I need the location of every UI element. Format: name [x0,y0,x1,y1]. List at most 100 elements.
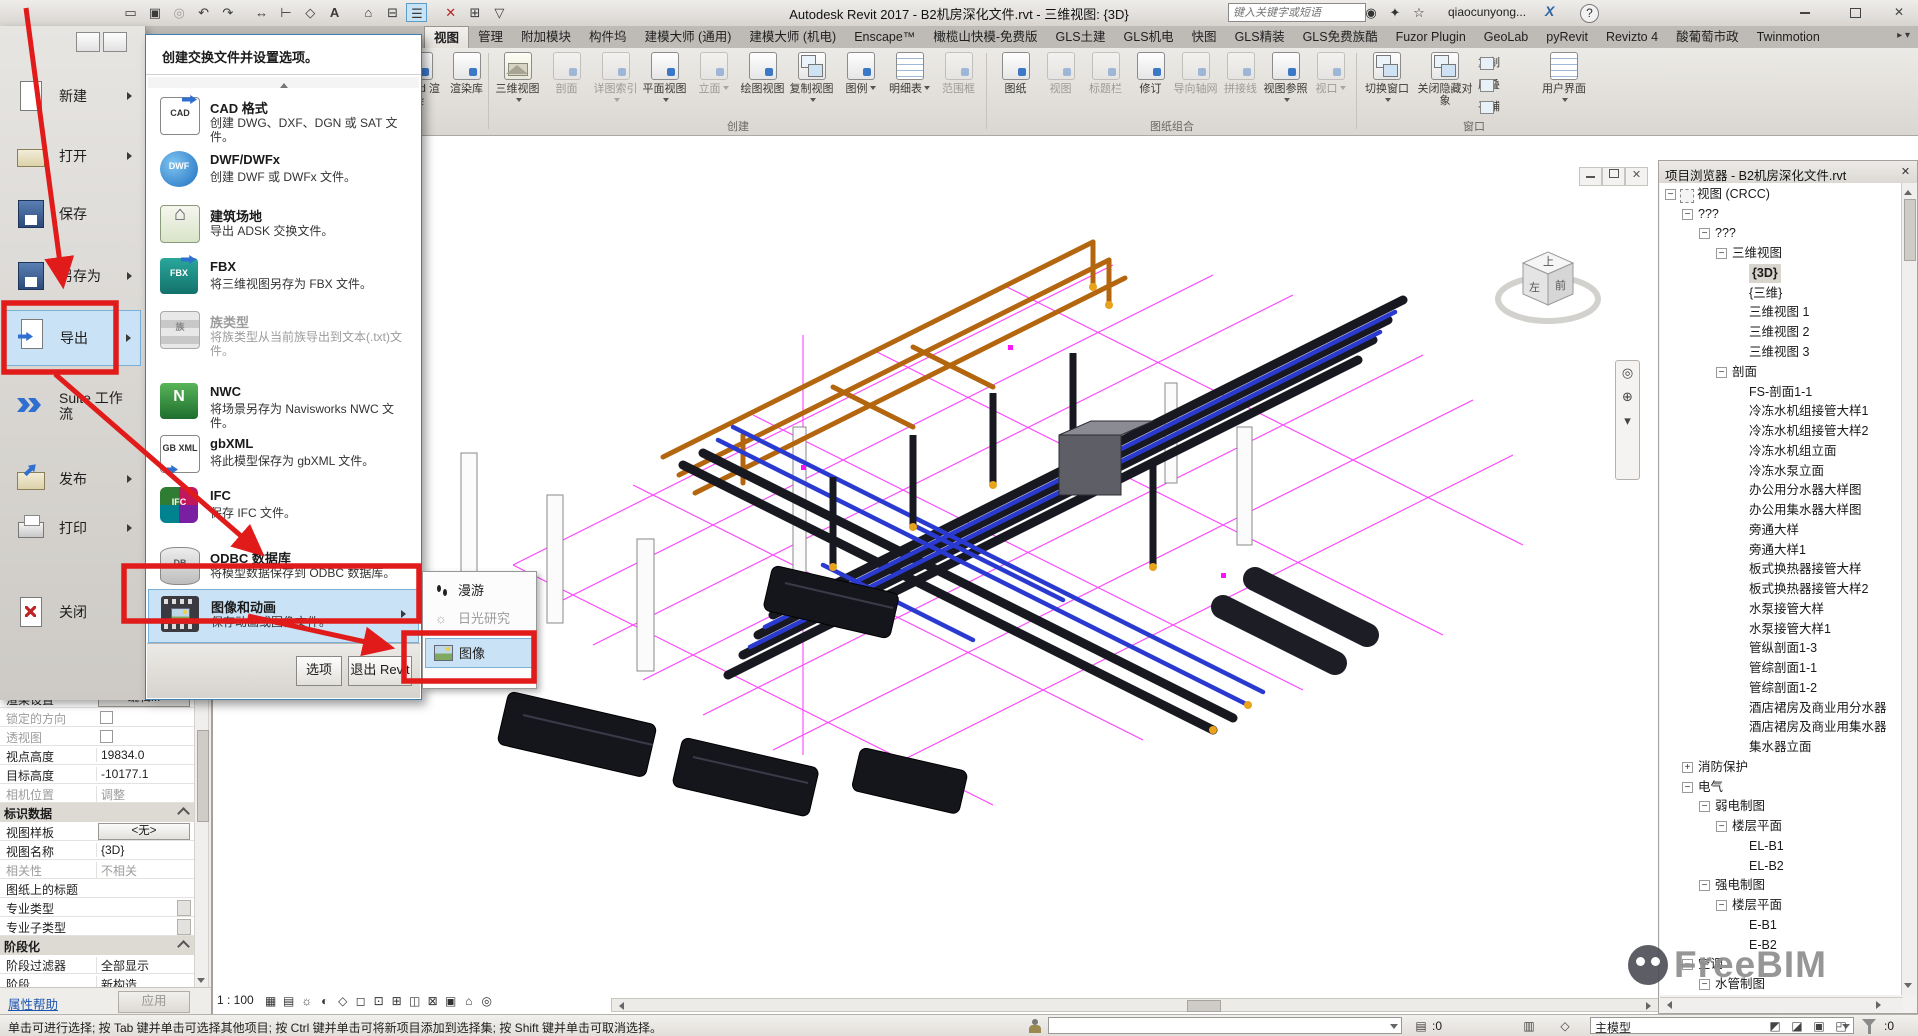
tree-item[interactable]: −楼层平面 [1660,896,1904,915]
view-button[interactable]: 视图 [1037,51,1084,121]
export-images-animations[interactable]: 图像和动画保存动画或图像文件。 [148,589,419,643]
browser-v-scrollbar[interactable] [1901,183,1916,995]
tree-item[interactable]: 管纵剖面1-3 [1660,639,1904,658]
tree-item[interactable]: 三维视图 1 [1660,303,1904,322]
temporary-hide-icon[interactable]: ◫ [406,993,424,1010]
tree-item[interactable]: EL-B1 [1660,837,1904,856]
viewcube[interactable]: 上 左 前 [1493,233,1603,343]
view-close-icon[interactable]: ✕ [1625,167,1648,186]
tree-item[interactable]: 板式换热器接管大样2 [1660,580,1904,599]
close-inactive-views-icon[interactable]: ✕ [440,3,461,22]
workset-dropdown[interactable] [1048,1017,1402,1034]
tab-gls-structure[interactable]: GLS土建 [1047,26,1115,48]
export-dwf[interactable]: DWFDWF/DWFx创建 DWF 或 DWFx 文件。 [148,145,419,197]
tree-item[interactable]: 管综剖面1-2 [1660,679,1904,698]
detail-level-icon[interactable]: ▦ [262,993,280,1010]
view-reference-button[interactable]: 视图参照 [1262,51,1309,121]
tree-item[interactable]: E-B1 [1660,916,1904,935]
drafting-view-button[interactable]: 绘图视图 [739,51,786,121]
perspective-checkbox[interactable] [100,730,113,743]
tab-modeling-master-mep[interactable]: 建模大师 (机电) [740,26,845,48]
tab-component-dock[interactable]: 构件坞 [580,26,636,48]
tree-item[interactable]: FS-剖面1-1 [1660,383,1904,402]
analytical-model-icon[interactable]: ⌂ [460,993,478,1010]
tile-button[interactable]: 平铺 [1478,98,1538,116]
tree-item[interactable]: 集水器立面 [1660,738,1904,757]
redo-icon[interactable]: ↷ [217,3,238,22]
search-input[interactable] [1228,3,1366,22]
tree-expander[interactable]: − [1682,209,1693,220]
tree-item[interactable]: 酒店裙房及商业用集水器 [1660,718,1904,737]
export-family-types[interactable]: 族族类型将族类型从当前族导出到文本(.txt)文件。 [148,305,419,375]
scope-box-button[interactable]: 范围框 [935,51,982,121]
menu-item-export[interactable]: 导出 [3,310,141,366]
tab-modeling-master-general[interactable]: 建模大师 (通用) [636,26,741,48]
default-3d-view-icon[interactable]: ⌂ [358,3,379,22]
tree-item[interactable]: 水泵接管大样 [1660,600,1904,619]
canvas-h-scrollbar[interactable] [611,998,1659,1012]
zoom-icon[interactable]: ⊕ [1616,385,1639,409]
tree-expander[interactable]: − [1716,900,1727,911]
tree-item[interactable]: 办公用集水器大样图 [1660,501,1904,520]
3d-view-button[interactable]: 三维视图 [494,51,541,121]
export-fbx[interactable]: FBXFBX将三维视图另存为 FBX 文件。 [148,252,419,304]
title-block-button[interactable]: 标题栏 [1082,51,1129,121]
view-name-value[interactable]: {3D} [96,843,192,857]
matchline-button[interactable]: 拼接线 [1217,51,1264,121]
crop-view-icon[interactable]: ◻ [352,993,370,1010]
tree-item[interactable]: −楼层平面 [1660,817,1904,836]
search-icon[interactable]: ◉ [1360,3,1382,22]
close-button[interactable]: ✕ [1884,4,1914,22]
tree-item[interactable]: 冷冻水机组接管大样2 [1660,422,1904,441]
phase-filter-value[interactable]: 全部显示 [96,957,192,974]
tree-item[interactable]: 旁通大样1 [1660,541,1904,560]
autodesk-a360-icon[interactable]: X [1545,3,1554,19]
menu-item-new[interactable]: 新建 [3,73,141,121]
tree-item[interactable]: −电气 [1660,778,1904,797]
tab-fuzor[interactable]: Fuzor Plugin [1387,26,1475,48]
exchange-apps-icon[interactable]: ✦ [1384,3,1406,22]
tree-item[interactable]: 冷冻水机组立面 [1660,442,1904,461]
user-account[interactable]: qiaocunyong... [1448,5,1526,19]
tree-item[interactable]: 酒店裙房及商业用分水器 [1660,699,1904,718]
export-building-site[interactable]: ⌂建筑场地导出 ADSK 交换文件。 [148,199,419,251]
tree-item[interactable]: EL-B2 [1660,857,1904,876]
select-by-face-icon[interactable]: ◰ [1832,1018,1850,1034]
tree-item[interactable]: 办公用分水器大样图 [1660,481,1904,500]
cascade-button[interactable]: 层叠 [1478,76,1538,94]
sub-discipline-ellipsis-button[interactable] [177,919,191,935]
tree-item[interactable]: −弱电制图 [1660,797,1904,816]
tree-item[interactable]: +消防保护 [1660,758,1904,777]
menu-item-save[interactable]: 保存 [3,191,141,239]
tag-icon[interactable]: ◇ [300,3,321,22]
tree-expander[interactable]: − [1665,189,1676,200]
editing-requests-badge-icon[interactable]: ▤ [1412,1018,1430,1034]
help-icon[interactable]: ? [1580,4,1599,23]
viewcube-front-label[interactable]: 前 [1555,277,1566,293]
select-links-icon[interactable]: ◩ [1766,1018,1784,1034]
tab-twinmotion[interactable]: Twinmotion [1748,26,1829,48]
tab-quick-draw[interactable]: 快图 [1183,26,1226,48]
thin-lines-icon[interactable]: ☰ [406,3,427,22]
menu-item-open[interactable]: 打开 [3,133,141,181]
target-elevation-value[interactable]: -10177.1 [96,767,192,781]
restore-button[interactable] [1840,4,1870,22]
filter-icon[interactable] [1862,1019,1876,1034]
reveal-hidden-icon[interactable]: ⊠ [424,993,442,1010]
tree-item[interactable]: 冷冻水机组接管大样1 [1660,402,1904,421]
ribbon-minimize-icon[interactable]: ▸ ▾ [1897,30,1910,41]
scroll-thumb[interactable] [197,730,209,822]
tree-item[interactable]: 三维视图 2 [1660,323,1904,342]
scroll-down-icon[interactable] [1904,983,1912,992]
sync-icon[interactable]: ◎ [169,3,190,22]
scroll-down-icon[interactable] [197,978,205,987]
apply-button[interactable]: 应用 [118,991,190,1013]
guide-grid-button[interactable]: 导向轴网 [1172,51,1219,121]
close-hidden-button[interactable]: 关闭隐藏对象 [1414,51,1476,121]
browser-close-icon[interactable]: ✕ [1898,165,1913,180]
discipline-ellipsis-button[interactable] [177,900,191,916]
project-browser-title[interactable]: 项目浏览器 - B2机房深化文件.rvt [1659,161,1917,183]
tree-item[interactable]: −强电制图 [1660,876,1904,895]
viewcube-top-label[interactable]: 上 [1543,253,1554,269]
add-to-design-option-icon[interactable]: ◇ [1556,1018,1574,1034]
